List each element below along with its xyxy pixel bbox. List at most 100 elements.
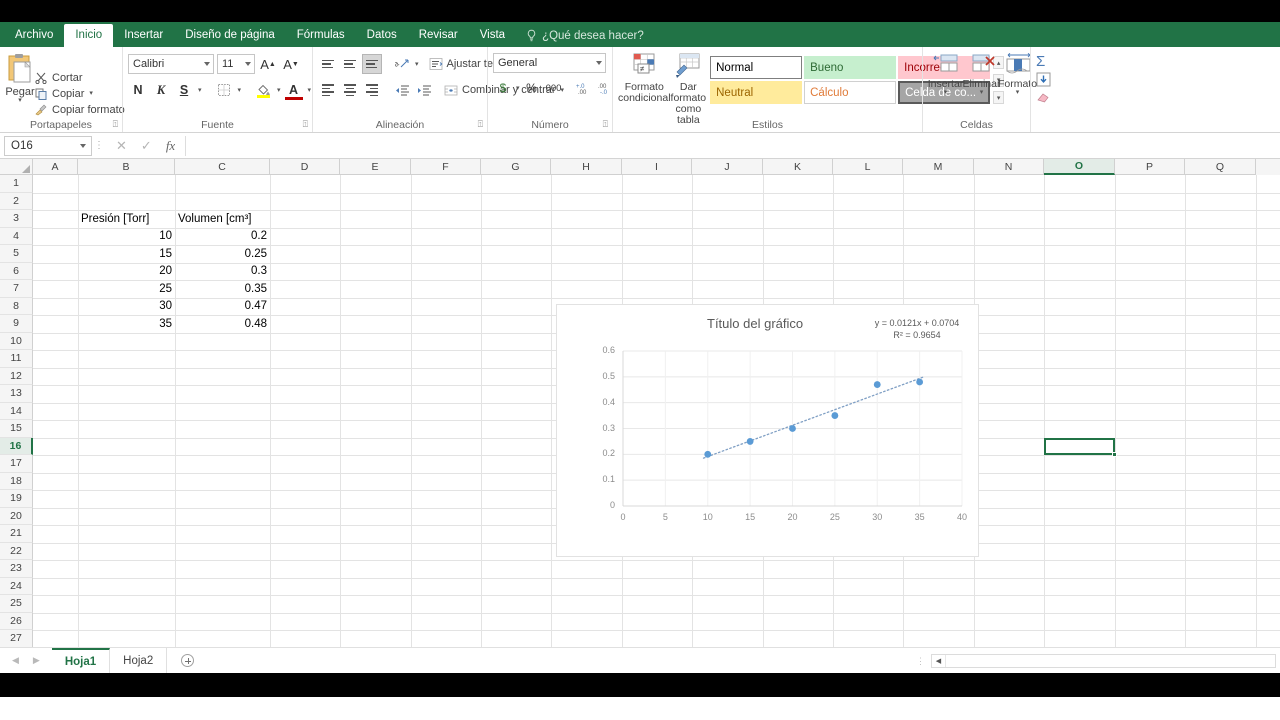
confirm-entry-icon[interactable]: ✓ (141, 138, 152, 154)
number-format-caret[interactable] (596, 61, 602, 65)
data-point[interactable] (874, 381, 881, 388)
cell-C7[interactable]: 0.35 (175, 280, 270, 297)
cell-style-neutral[interactable]: Neutral (710, 81, 802, 104)
row-header-22[interactable]: 22 (0, 543, 33, 561)
ribbon-tab-formulas[interactable]: Fórmulas (286, 24, 356, 47)
number-dialog-launcher[interactable]: ⍐ (603, 119, 608, 130)
column-header-K[interactable]: K (763, 159, 833, 175)
borders-button[interactable] (214, 80, 234, 100)
column-header-G[interactable]: G (481, 159, 551, 175)
data-point[interactable] (747, 438, 754, 445)
column-header-E[interactable]: E (340, 159, 411, 175)
align-left-button[interactable] (318, 80, 338, 100)
currency-dropdown-caret[interactable]: ▾ (516, 84, 520, 92)
sheet-nav-prev-icon[interactable]: ◀ (12, 655, 19, 666)
column-header-B[interactable]: B (78, 159, 175, 175)
row-header-20[interactable]: 20 (0, 508, 33, 526)
ribbon-tab-archivo[interactable]: Archivo (4, 24, 64, 47)
cut-button[interactable]: Cortar (35, 72, 125, 84)
font-size-input[interactable]: 11 (217, 54, 255, 74)
cell-B6[interactable]: 20 (78, 263, 175, 280)
cell-B5[interactable]: 15 (78, 245, 175, 262)
bold-button[interactable]: N (128, 80, 148, 100)
insert-function-icon[interactable]: fx (166, 138, 175, 154)
ribbon-tab-diseno-de-pagina[interactable]: Diseño de página (174, 24, 286, 47)
row-header-23[interactable]: 23 (0, 560, 33, 578)
cell-B8[interactable]: 30 (78, 298, 175, 315)
row-header-1[interactable]: 1 (0, 175, 33, 193)
row-header-12[interactable]: 12 (0, 368, 33, 386)
column-header-L[interactable]: L (833, 159, 903, 175)
sheet-tab-hoja1[interactable]: Hoja1 (52, 648, 110, 673)
currency-format-button[interactable]: $ (493, 78, 513, 98)
autosum-button[interactable]: Σ (1036, 54, 1045, 69)
fill-color-dropdown-caret[interactable]: ▾ (277, 86, 281, 94)
underline-button[interactable]: S (174, 80, 194, 100)
borders-dropdown-caret[interactable]: ▾ (238, 86, 242, 94)
fill-down-icon[interactable] (1036, 72, 1051, 87)
row-header-24[interactable]: 24 (0, 578, 33, 596)
clear-eraser-icon[interactable] (1036, 90, 1051, 103)
cell-C3[interactable]: Volumen [cm³] (175, 210, 270, 227)
data-point[interactable] (704, 451, 711, 458)
font-name-caret[interactable] (204, 62, 210, 66)
row-header-19[interactable]: 19 (0, 490, 33, 508)
row-header-8[interactable]: 8 (0, 298, 33, 316)
scatter-chart[interactable]: Título del gráficoy = 0.0121x + 0.0704R²… (556, 304, 979, 557)
row-header-25[interactable]: 25 (0, 595, 33, 613)
sheet-nav-next-icon[interactable]: ▶ (33, 655, 40, 666)
selected-cell-O16[interactable] (1044, 438, 1115, 456)
column-header-I[interactable]: I (622, 159, 692, 175)
ribbon-tab-inicio[interactable]: Inicio (64, 24, 113, 47)
orientation-button[interactable]: a (392, 54, 412, 74)
row-header-10[interactable]: 10 (0, 333, 33, 351)
name-box[interactable]: O16 (4, 136, 92, 156)
column-header-J[interactable]: J (692, 159, 763, 175)
cell-B3[interactable]: Presión [Torr] (78, 210, 175, 227)
copy-button[interactable]: Copiar ▾ (35, 88, 125, 100)
row-header-17[interactable]: 17 (0, 455, 33, 473)
clipboard-dialog-launcher[interactable]: ⍐ (113, 119, 118, 130)
row-header-3[interactable]: 3 (0, 210, 33, 228)
cell-style-normal[interactable]: Normal (710, 56, 802, 79)
cell-C9[interactable]: 0.48 (175, 315, 270, 332)
trendline[interactable] (704, 377, 924, 458)
ribbon-tab-datos[interactable]: Datos (356, 24, 408, 47)
decrease-font-size-button[interactable]: A▼ (281, 54, 301, 74)
cell-B4[interactable]: 10 (78, 228, 175, 245)
fill-color-button[interactable] (253, 80, 273, 100)
row-header-5[interactable]: 5 (0, 245, 33, 263)
align-bottom-button[interactable] (362, 54, 382, 74)
column-header-F[interactable]: F (411, 159, 481, 175)
font-size-caret[interactable] (245, 62, 251, 66)
scrollbar-grip[interactable]: ⋮ (916, 657, 925, 665)
row-header-21[interactable]: 21 (0, 525, 33, 543)
cells-area[interactable]: Presión [Torr]Volumen [cm³]100.2150.2520… (33, 175, 1280, 647)
row-header-26[interactable]: 26 (0, 613, 33, 631)
paste-dropdown-caret[interactable]: ▾ (18, 98, 22, 104)
align-top-button[interactable] (318, 54, 338, 74)
ribbon-tab-insertar[interactable]: Insertar (113, 24, 174, 47)
format-painter-button[interactable]: Copiar formato (35, 104, 125, 116)
font-color-dropdown-caret[interactable]: ▾ (308, 86, 312, 94)
row-header-9[interactable]: 9 (0, 315, 33, 333)
italic-button[interactable]: K (151, 80, 171, 100)
column-header-O[interactable]: O (1044, 159, 1115, 175)
increase-font-size-button[interactable]: A▲ (258, 54, 278, 74)
column-header-A[interactable]: A (33, 159, 78, 175)
row-header-18[interactable]: 18 (0, 473, 33, 491)
row-header-15[interactable]: 15 (0, 420, 33, 438)
increase-decimal-button[interactable]: +.0 .00 (574, 78, 594, 98)
copy-dropdown-caret[interactable]: ▾ (89, 91, 93, 97)
alignment-dialog-launcher[interactable]: ⍐ (478, 119, 483, 130)
align-center-button[interactable] (340, 80, 360, 100)
align-middle-button[interactable] (340, 54, 360, 74)
ribbon-tab-vista[interactable]: Vista (469, 24, 516, 47)
align-right-button[interactable] (362, 80, 382, 100)
insert-cells-caret[interactable]: ▾ (944, 90, 948, 96)
sheet-nav-arrows[interactable]: ◀ ▶ (0, 648, 52, 673)
column-header-N[interactable]: N (974, 159, 1044, 175)
orientation-dropdown-caret[interactable]: ▾ (415, 60, 419, 68)
scroll-left-button[interactable]: ◀ (932, 655, 946, 667)
name-box-caret[interactable] (80, 144, 86, 148)
